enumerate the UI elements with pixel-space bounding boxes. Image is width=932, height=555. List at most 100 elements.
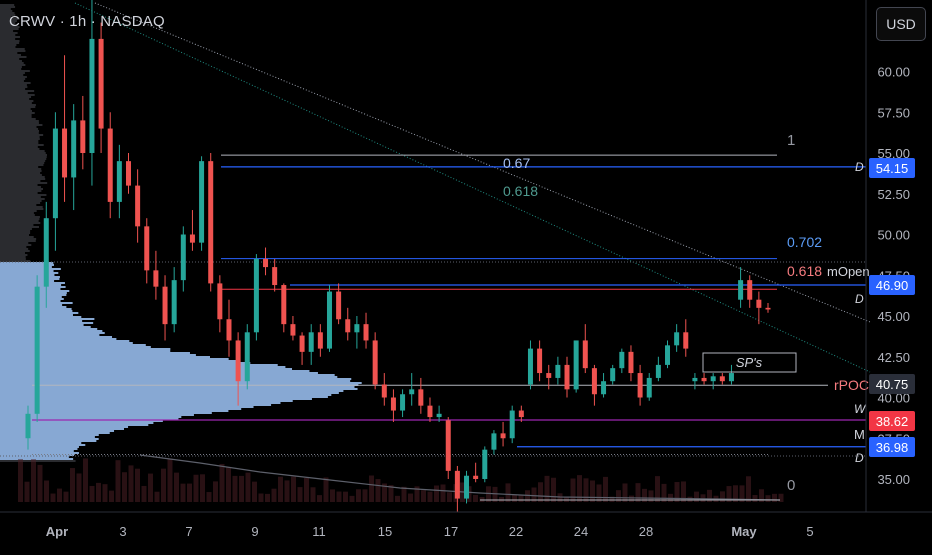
candle-body [244, 332, 250, 382]
volume-bar [76, 473, 82, 502]
volume-profile-row [0, 86, 28, 88]
volume-profile-row [0, 126, 37, 128]
currency-button[interactable]: USD [876, 7, 926, 41]
volume-profile-row [0, 300, 61, 302]
volume-profile-row [0, 458, 74, 460]
volume-profile-row [0, 138, 40, 140]
volume-profile-row [0, 32, 18, 34]
volume-profile-row [0, 102, 32, 104]
volume-bar [115, 460, 121, 502]
candle-body [116, 161, 122, 202]
volume-profile-row [0, 340, 130, 342]
daily-label: D [855, 451, 864, 465]
volume-bar [102, 484, 108, 502]
volume-profile-row [0, 258, 26, 260]
chart-area[interactable]: 1 0.67 0.618 0.702 0.618 mOpen SP's D DrPOC W M D 0 … [0, 0, 932, 550]
price-badge-label: 36.98 [876, 440, 909, 455]
volume-profile-row [0, 434, 99, 436]
volume-profile-row [0, 194, 47, 196]
volume-bar [544, 475, 550, 502]
candlestick-chart[interactable]: 10.670.6180.7020.618 mOpenSP'sDDrPOCWMD0 … [0, 0, 932, 550]
volume-profile-row [0, 96, 32, 98]
candle-body [354, 324, 360, 333]
volume-profile-row [0, 226, 39, 228]
volume-profile-row [0, 200, 42, 202]
time-tick-label: Apr [46, 524, 68, 539]
volume-profile-row [0, 152, 46, 154]
fib-0702-label: 0.702 [787, 234, 822, 250]
time-tick-label: 17 [444, 524, 458, 539]
price-tick-label: 60.00 [877, 65, 910, 80]
volume-bar [135, 468, 140, 502]
volume-profile-row [0, 438, 99, 440]
volume-bar [427, 491, 433, 502]
volume-profile-row [0, 144, 44, 146]
volume-profile-row [0, 334, 100, 336]
volume-profile-row [0, 48, 25, 50]
volume-profile-row [0, 162, 45, 164]
volume-profile-row [0, 64, 26, 66]
volume-bar [499, 496, 504, 502]
volume-profile-row [0, 198, 45, 200]
volume-bar [284, 480, 290, 502]
volume-profile-row [0, 330, 103, 332]
volume-profile-row [0, 202, 41, 204]
candle-body [336, 291, 342, 320]
candle-body [71, 120, 77, 178]
daily-label: D [855, 160, 864, 174]
volume-bar [232, 475, 238, 502]
volume-bar [700, 494, 706, 502]
volume-profile-row [0, 234, 30, 236]
volume-profile-row [0, 136, 40, 138]
volume-profile-row [0, 174, 42, 176]
volume-profile-row [0, 140, 39, 142]
volume-profile-row [0, 452, 79, 454]
volume-profile-row [0, 222, 41, 224]
volume-profile-row [0, 88, 26, 90]
volume-profile-row [0, 386, 355, 388]
candle-body [655, 364, 661, 378]
candle-body [235, 340, 241, 382]
volume-bar [603, 476, 608, 502]
candle-body [601, 381, 607, 395]
volume-profile-row [0, 40, 20, 42]
candle-body [610, 368, 616, 382]
price-badge-label: 38.62 [876, 414, 909, 429]
time-tick-label: 5 [806, 524, 813, 539]
candle-body [555, 364, 561, 378]
volume-bar [174, 472, 179, 502]
candle-body [747, 280, 753, 300]
volume-profile-row [0, 130, 39, 132]
candle-body [199, 161, 205, 243]
volume-profile-row [0, 164, 44, 166]
volume-profile-row [0, 390, 344, 392]
fib-1-label: 1 [787, 132, 795, 149]
volume-bar [408, 493, 413, 502]
candle-body [107, 128, 113, 202]
candle-body [153, 270, 159, 287]
candle-body [217, 283, 223, 320]
volume-profile-row [0, 128, 39, 130]
candle-body [646, 377, 652, 398]
price-tick-label: 45.00 [877, 309, 910, 324]
candle-body [454, 470, 460, 499]
volume-profile-row [0, 422, 154, 424]
candle-body [135, 185, 141, 227]
candle-body [253, 258, 259, 333]
candle-body [564, 364, 570, 390]
candle-body [692, 377, 698, 382]
volume-bar [245, 472, 251, 502]
volume-profile-row [0, 58, 20, 60]
volume-profile-row [0, 210, 37, 212]
volume-bar [258, 493, 264, 502]
volume-profile-row [0, 168, 42, 170]
volume-profile-row [0, 52, 18, 54]
volume-bar [349, 495, 355, 502]
volume-bar [271, 488, 277, 502]
volume-bar [622, 483, 628, 502]
volume-profile-row [0, 50, 26, 52]
candle-body [537, 348, 543, 374]
volume-bar [323, 477, 329, 502]
volume-bar [148, 473, 153, 502]
volume-bar [518, 495, 524, 502]
